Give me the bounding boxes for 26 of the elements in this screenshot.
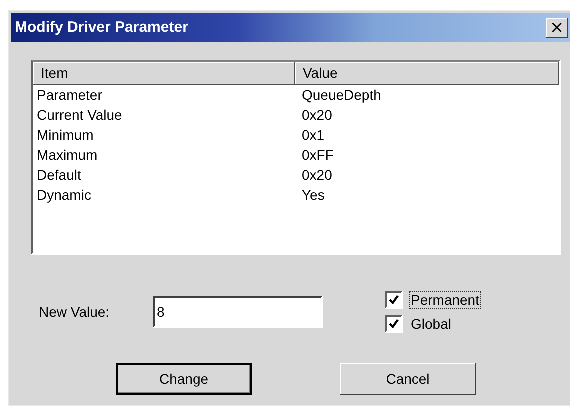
- checkbox[interactable]: [385, 291, 403, 309]
- table-cell-text: Default: [36, 166, 82, 185]
- table-cell-text: Dynamic: [36, 186, 92, 205]
- column-header[interactable]: Value: [295, 62, 559, 85]
- new-value-field[interactable]: 8: [153, 296, 323, 328]
- checkbox-label[interactable]: Permanent: [409, 291, 482, 309]
- checkbox[interactable]: [385, 315, 403, 333]
- table-cell-text: Current Value: [36, 106, 124, 125]
- table-cell-text: Parameter: [36, 86, 104, 105]
- close-button[interactable]: ×: [546, 18, 568, 38]
- table-cell-text: 0x20: [301, 166, 332, 185]
- table-cell-text: 0x1: [301, 126, 325, 145]
- dialog-button[interactable]: Cancel: [340, 363, 476, 395]
- checkmark-icon: [388, 318, 400, 330]
- table-cell-text: 0xFF: [301, 146, 334, 165]
- checkbox-label[interactable]: Global: [409, 315, 454, 333]
- new-value-label: New Value:: [38, 304, 111, 320]
- dialog-button[interactable]: Change: [116, 363, 252, 395]
- checkmark-icon: [388, 294, 400, 306]
- table-cell-text: 0x20: [301, 106, 332, 125]
- window-title: Modify Driver Parameter: [15, 19, 188, 36]
- table-cell-text: Minimum: [36, 126, 95, 145]
- table-cell-text: Maximum: [36, 146, 99, 165]
- table-cell-text: QueueDepth: [301, 86, 382, 105]
- table-cell-text: Yes: [301, 186, 325, 205]
- column-header[interactable]: Item: [33, 62, 295, 85]
